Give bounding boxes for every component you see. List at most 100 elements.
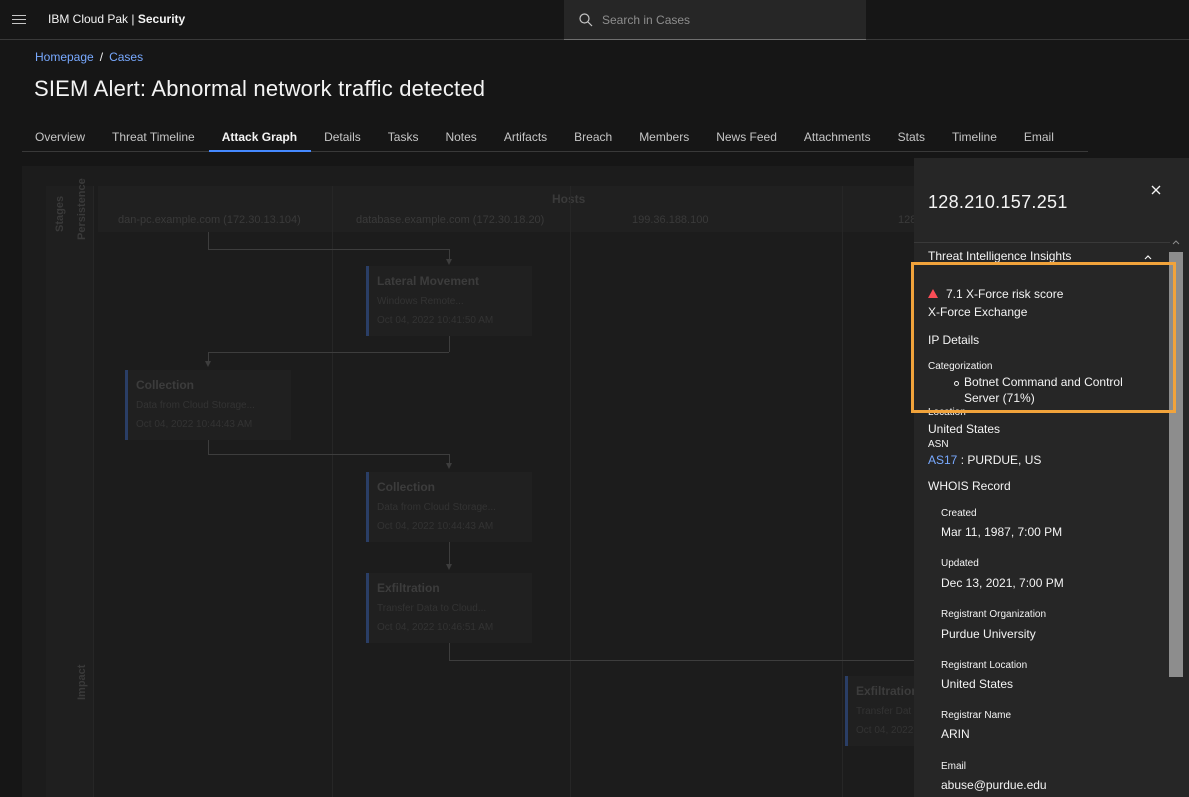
tab-notes[interactable]: Notes bbox=[432, 124, 490, 152]
whois-heading: WHOIS Record bbox=[928, 479, 1011, 493]
scrollbar-thumb[interactable] bbox=[1169, 252, 1183, 677]
whois-email-value: abuse@purdue.edu bbox=[941, 778, 1047, 792]
scroll-up-arrow-icon[interactable] bbox=[1172, 238, 1180, 246]
list-bullet bbox=[954, 381, 959, 386]
tab-threat-timeline[interactable]: Threat Timeline bbox=[99, 124, 209, 152]
connector-arrow bbox=[205, 361, 211, 367]
asn-label: ASN bbox=[928, 439, 949, 450]
attack-node-lateral-movement[interactable]: Lateral Movement Windows Remote... Oct 0… bbox=[366, 266, 532, 336]
tab-tasks[interactable]: Tasks bbox=[375, 124, 433, 152]
graph-connector bbox=[208, 440, 209, 454]
breadcrumb-homepage[interactable]: Homepage bbox=[35, 50, 94, 64]
graph-connector bbox=[449, 642, 450, 660]
stage-lane-column bbox=[46, 186, 94, 797]
whois-registrant-org-label: Registrant Organization bbox=[941, 609, 1047, 620]
app-window: IBM Cloud Pak | Security Homepage/Cases … bbox=[0, 0, 1189, 797]
tab-artifacts[interactable]: Artifacts bbox=[491, 124, 561, 152]
node-timestamp: Oct 04, 2022 10:44:43 AM bbox=[377, 521, 494, 532]
location-value: United States bbox=[928, 422, 1001, 436]
risk-warning-icon bbox=[928, 289, 938, 298]
tab-members[interactable]: Members bbox=[626, 124, 703, 152]
host-label: dan-pc.example.com (172.30.13.104) bbox=[118, 214, 301, 226]
tab-stats[interactable]: Stats bbox=[885, 124, 939, 152]
graph-connector bbox=[208, 249, 449, 250]
graph-connector bbox=[449, 660, 914, 661]
node-technique: Data from Cloud Storage... bbox=[377, 502, 496, 513]
hamburger-menu-icon[interactable] bbox=[12, 12, 26, 28]
threat-intel-accordion-header[interactable]: Threat Intelligence Insights bbox=[914, 242, 1170, 272]
lane-label-persistence: Persistence bbox=[76, 178, 88, 240]
host-divider bbox=[570, 186, 571, 797]
product-suffix: Security bbox=[137, 12, 186, 26]
connector-arrow bbox=[446, 463, 452, 469]
panel-ip-title: 128.210.157.251 bbox=[928, 192, 1068, 212]
location-label: Location bbox=[928, 407, 966, 418]
graph-connector bbox=[449, 542, 450, 564]
node-timestamp: Oct 04, 2022 10:41:50 AM bbox=[377, 315, 494, 326]
search-bar[interactable] bbox=[564, 0, 866, 40]
top-header: IBM Cloud Pak | Security bbox=[0, 0, 1189, 40]
node-title: Collection bbox=[136, 378, 195, 392]
product-name[interactable]: IBM Cloud Pak | Security bbox=[48, 12, 185, 26]
whois-updated-label: Updated bbox=[941, 558, 979, 569]
search-icon bbox=[579, 13, 593, 27]
attack-node-collection[interactable]: Collection Data from Cloud Storage... Oc… bbox=[366, 472, 532, 542]
page-title: SIEM Alert: Abnormal network traffic det… bbox=[34, 76, 486, 101]
whois-registrant-location-label: Registrant Location bbox=[941, 660, 1028, 671]
graph-connector bbox=[449, 454, 450, 463]
graph-connector bbox=[449, 336, 450, 352]
graph-connector bbox=[449, 249, 450, 259]
case-tabs: Overview Threat Timeline Attack Graph De… bbox=[22, 124, 1088, 152]
host-label: 199.36.188.100 bbox=[632, 214, 709, 226]
node-title: Exfiltration bbox=[377, 581, 440, 595]
attack-node-exfiltration[interactable]: Exfiltration Transfer Data to Cloud... O… bbox=[366, 573, 532, 643]
node-title: Collection bbox=[377, 480, 436, 494]
lane-label-stages: Stages bbox=[54, 195, 66, 232]
ip-details-heading: IP Details bbox=[928, 333, 980, 347]
attack-node-collection[interactable]: Collection Data from Cloud Storage... Oc… bbox=[125, 370, 291, 440]
whois-registrar-name-label: Registrar Name bbox=[941, 710, 1012, 721]
accordion-title: Threat Intelligence Insights bbox=[928, 249, 1072, 263]
tab-email[interactable]: Email bbox=[1011, 124, 1068, 152]
tab-attack-graph[interactable]: Attack Graph bbox=[208, 124, 312, 152]
whois-updated-value: Dec 13, 2021, 7:00 PM bbox=[941, 576, 1064, 590]
host-divider bbox=[332, 186, 333, 797]
product-prefix: IBM Cloud Pak bbox=[48, 12, 129, 26]
lane-label-impact: Impact bbox=[76, 664, 88, 700]
graph-connector bbox=[208, 352, 449, 353]
attack-node-exfiltration[interactable]: Exfiltration Transfer Dat Oct 04, 2022 bbox=[845, 676, 914, 746]
tab-overview[interactable]: Overview bbox=[22, 124, 99, 152]
breadcrumb-separator: / bbox=[99, 50, 104, 64]
breadcrumb-cases[interactable]: Cases bbox=[109, 50, 143, 64]
whois-registrant-location-value: United States bbox=[941, 677, 1014, 691]
node-timestamp: Oct 04, 2022 10:46:51 AM bbox=[377, 622, 494, 633]
asn-name: : PURDUE, US bbox=[957, 453, 1042, 467]
whois-created-value: Mar 11, 1987, 7:00 PM bbox=[941, 525, 1063, 539]
asn-link[interactable]: AS17 bbox=[928, 453, 957, 467]
tab-breach[interactable]: Breach bbox=[561, 124, 626, 152]
node-title: Exfiltration bbox=[856, 684, 914, 698]
host-divider bbox=[842, 186, 843, 797]
close-icon[interactable] bbox=[1148, 182, 1164, 198]
whois-registrant-org-value: Purdue University bbox=[941, 627, 1036, 641]
search-input[interactable] bbox=[602, 10, 852, 30]
tab-news-feed[interactable]: News Feed bbox=[703, 124, 791, 152]
graph-connector bbox=[208, 454, 449, 455]
tab-details[interactable]: Details bbox=[311, 124, 375, 152]
breadcrumb: Homepage / Cases bbox=[35, 50, 143, 64]
asn-value: AS17 : PURDUE, US bbox=[928, 453, 1041, 467]
graph-connector bbox=[208, 232, 209, 249]
attack-graph-canvas[interactable]: Stages Persistence Impact Hosts dan-pc.e… bbox=[22, 166, 914, 797]
host-label: database.example.com (172.30.18.20) bbox=[356, 214, 545, 226]
tab-timeline[interactable]: Timeline bbox=[939, 124, 1011, 152]
whois-email-label: Email bbox=[941, 761, 967, 772]
node-technique: Data from Cloud Storage... bbox=[136, 400, 255, 411]
categorization-label: Categorization bbox=[928, 361, 993, 372]
whois-created-label: Created bbox=[941, 508, 977, 519]
node-technique: Windows Remote... bbox=[377, 296, 464, 307]
tab-attachments[interactable]: Attachments bbox=[791, 124, 885, 152]
node-title: Lateral Movement bbox=[377, 274, 480, 288]
hosts-title: Hosts bbox=[552, 192, 586, 206]
whois-registrar-name-value: ARIN bbox=[941, 727, 970, 741]
categorization-value: Botnet Command and Control bbox=[964, 375, 1123, 389]
